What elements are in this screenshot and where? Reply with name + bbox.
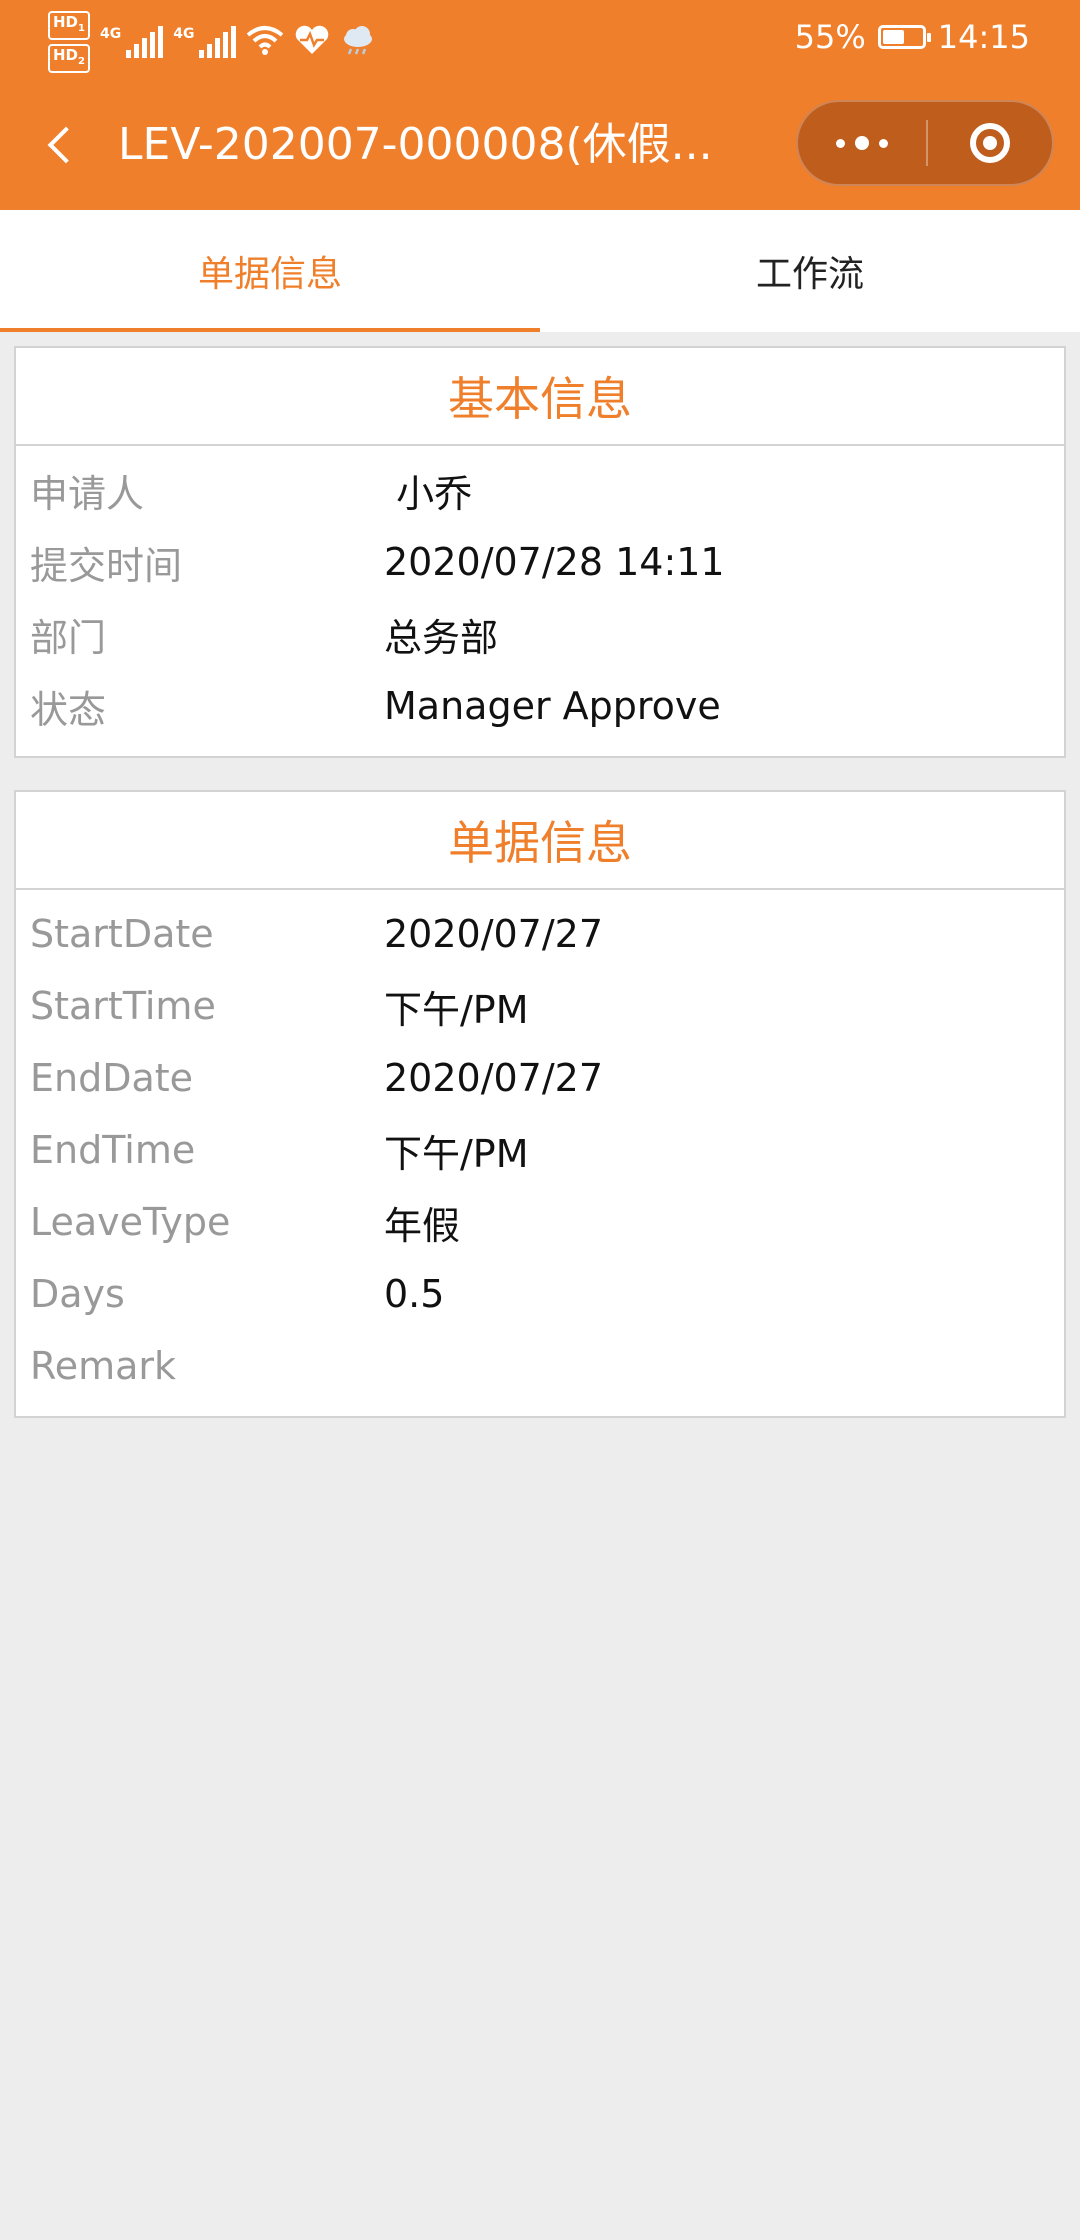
more-dot-icon bbox=[855, 136, 869, 150]
row-value: 2020/07/27 bbox=[384, 912, 604, 956]
row-label: EndDate bbox=[30, 1056, 194, 1100]
back-button[interactable] bbox=[36, 118, 86, 172]
target-close-icon bbox=[970, 123, 1010, 163]
hd2-sub: 2 bbox=[78, 56, 85, 67]
row-label: EndTime bbox=[30, 1128, 196, 1172]
basic-info-card: 基本信息 申请人 小乔 提交时间 2020/07/28 14:11 部门 总务部… bbox=[14, 346, 1066, 758]
hd2-label: HD bbox=[53, 46, 79, 64]
tab-workflow[interactable]: 工作流 bbox=[540, 210, 1080, 332]
hd2-badge: HD2 bbox=[48, 44, 90, 73]
row-value: 2020/07/27 bbox=[384, 1056, 604, 1100]
row-label: StartDate bbox=[30, 912, 214, 956]
navigation-bar: LEV-202007-000008(休假... bbox=[0, 100, 1080, 190]
info-row-department: 部门 总务部 bbox=[16, 598, 1064, 670]
chevron-left-icon bbox=[47, 126, 85, 164]
more-dot-icon bbox=[879, 138, 888, 148]
row-label: 部门 bbox=[30, 615, 107, 660]
info-row-leave-type: LeaveType 年假 bbox=[16, 1186, 1064, 1258]
status-right: 55% 14:15 bbox=[795, 18, 1030, 56]
document-info-heading: 单据信息 bbox=[16, 792, 1064, 890]
tab-document-info[interactable]: 单据信息 bbox=[0, 210, 540, 332]
row-label: Days bbox=[30, 1272, 125, 1316]
info-row-end-date: EndDate 2020/07/27 bbox=[16, 1042, 1064, 1114]
basic-info-rows: 申请人 小乔 提交时间 2020/07/28 14:11 部门 总务部 状态 M… bbox=[16, 446, 1064, 756]
row-value: 年假 bbox=[384, 1203, 461, 1248]
hd1-label: HD bbox=[53, 13, 79, 31]
row-label: 申请人 bbox=[30, 471, 145, 516]
row-value: 小乔 bbox=[384, 471, 473, 516]
heart-icon bbox=[294, 25, 330, 60]
top-bar: HD1 HD2 4G 4G 55% 14:15 LEV-202007-00000… bbox=[0, 0, 1080, 210]
hd1-badge: HD1 bbox=[48, 11, 90, 40]
row-value: Manager Approve bbox=[384, 684, 721, 728]
more-dot-icon bbox=[836, 138, 845, 148]
mini-program-capsule bbox=[796, 100, 1054, 186]
info-row-remark: Remark bbox=[16, 1330, 1064, 1402]
document-info-card: 单据信息 StartDate 2020/07/27 StartTime 下午/P… bbox=[14, 790, 1066, 1418]
row-value: 下午/PM bbox=[384, 987, 529, 1032]
page-title: LEV-202007-000008(休假... bbox=[118, 119, 713, 170]
hd1-sub: 1 bbox=[78, 23, 85, 34]
row-label: Remark bbox=[30, 1344, 177, 1388]
battery-percent: 55% bbox=[794, 18, 866, 56]
battery-icon bbox=[877, 25, 931, 49]
status-bar: HD1 HD2 4G 4G 55% 14:15 bbox=[0, 0, 1080, 80]
tab-bar: 单据信息 工作流 bbox=[0, 210, 1080, 332]
row-value: 0.5 bbox=[384, 1272, 445, 1316]
info-row-applicant: 申请人 小乔 bbox=[16, 454, 1064, 526]
wifi-icon bbox=[246, 25, 284, 60]
info-row-end-time: EndTime 下午/PM bbox=[16, 1114, 1064, 1186]
row-value: 下午/PM bbox=[384, 1131, 529, 1176]
info-row-days: Days 0.5 bbox=[16, 1258, 1064, 1330]
network-type-2: 4G bbox=[173, 26, 195, 42]
battery-fill bbox=[882, 30, 904, 44]
hd-indicators: HD1 HD2 bbox=[48, 11, 90, 73]
more-button[interactable] bbox=[798, 102, 926, 184]
status-left: HD1 HD2 4G 4G bbox=[48, 11, 376, 73]
signal-icon-2: 4G bbox=[173, 26, 237, 58]
document-info-rows: StartDate 2020/07/27 StartTime 下午/PM End… bbox=[16, 890, 1064, 1416]
basic-info-heading: 基本信息 bbox=[16, 348, 1064, 446]
row-label: 状态 bbox=[30, 687, 107, 732]
cloud-icon bbox=[340, 25, 376, 60]
info-row-status: 状态 Manager Approve bbox=[16, 670, 1064, 742]
close-button[interactable] bbox=[928, 102, 1052, 184]
row-label: 提交时间 bbox=[30, 543, 183, 588]
row-label: LeaveType bbox=[30, 1200, 231, 1244]
clock: 14:15 bbox=[937, 18, 1030, 56]
info-row-submit-time: 提交时间 2020/07/28 14:11 bbox=[16, 526, 1064, 598]
row-label: StartTime bbox=[30, 984, 216, 1028]
info-row-start-time: StartTime 下午/PM bbox=[16, 970, 1064, 1042]
signal-icon: 4G bbox=[99, 26, 164, 58]
info-row-start-date: StartDate 2020/07/27 bbox=[16, 898, 1064, 970]
network-type-1: 4G bbox=[99, 26, 122, 42]
row-value: 总务部 bbox=[384, 615, 499, 660]
row-value: 2020/07/28 14:11 bbox=[384, 540, 725, 584]
